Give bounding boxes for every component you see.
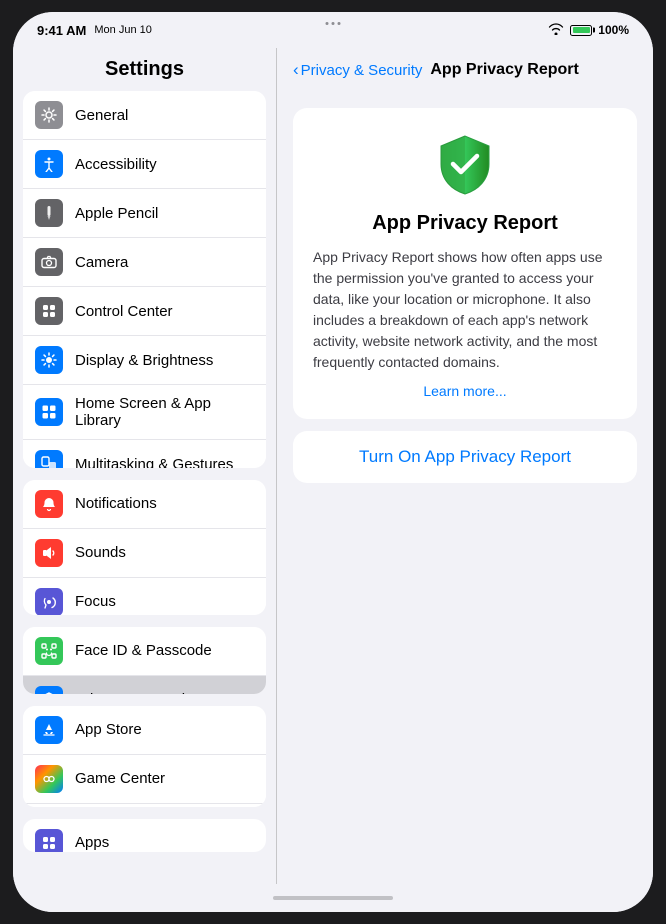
- main-content: Settings General Accessibility: [13, 48, 653, 884]
- status-date: Mon Jun 10: [94, 24, 151, 36]
- sidebar-item-face-id[interactable]: Face ID & Passcode: [23, 627, 266, 676]
- privacy-card-title: App Privacy Report: [313, 212, 617, 235]
- status-time: 9:41 AM: [37, 23, 86, 38]
- general-icon: [35, 101, 63, 129]
- apple-pencil-label: Apple Pencil: [75, 205, 158, 222]
- sidebar-item-multitasking[interactable]: Multitasking & Gestures: [23, 440, 266, 468]
- device-frame: 9:41 AM Mon Jun 10 100%: [13, 12, 653, 912]
- sidebar-group-1: General Accessibility Apple Pencil: [23, 91, 266, 468]
- turn-on-button[interactable]: Turn On App Privacy Report: [309, 447, 621, 467]
- sidebar-group-2: Notifications Sounds Focus: [23, 480, 266, 615]
- privacy-card-description: App Privacy Report shows how often apps …: [313, 247, 617, 373]
- back-chevron-icon: ‹: [293, 60, 299, 80]
- privacy-security-icon: [35, 686, 63, 694]
- sidebar-item-accessibility[interactable]: Accessibility: [23, 140, 266, 189]
- apple-pencil-icon: [35, 199, 63, 227]
- back-label: Privacy & Security: [301, 62, 423, 79]
- display-brightness-label: Display & Brightness: [75, 352, 213, 369]
- sidebar-title: Settings: [13, 48, 276, 91]
- focus-icon: [35, 588, 63, 615]
- focus-label: Focus: [75, 593, 116, 610]
- sidebar-item-camera[interactable]: Camera: [23, 238, 266, 287]
- privacy-report-card: App Privacy Report App Privacy Report sh…: [293, 108, 637, 419]
- status-bar: 9:41 AM Mon Jun 10 100%: [13, 12, 653, 48]
- sidebar-group-3: Face ID & Passcode Privacy & Security: [23, 627, 266, 694]
- sidebar-item-apple-pencil[interactable]: Apple Pencil: [23, 189, 266, 238]
- battery-icon: [570, 25, 592, 36]
- face-id-icon: [35, 637, 63, 665]
- sidebar-item-control-center[interactable]: Control Center: [23, 287, 266, 336]
- sidebar-item-sounds[interactable]: Sounds: [23, 529, 266, 578]
- status-bar-left: 9:41 AM Mon Jun 10: [37, 23, 152, 38]
- general-label: General: [75, 107, 128, 124]
- home-indicator: [13, 884, 653, 912]
- status-bar-right: 100%: [548, 23, 629, 38]
- sidebar-group-5: Apps: [23, 819, 266, 852]
- app-store-label: App Store: [75, 721, 142, 738]
- battery-percent: 100%: [598, 23, 629, 37]
- sidebar: Settings General Accessibility: [13, 48, 277, 884]
- top-dots: [326, 22, 341, 25]
- camera-icon: [35, 248, 63, 276]
- sidebar-item-apps[interactable]: Apps: [23, 819, 266, 852]
- home-screen-label: Home Screen & App Library: [75, 395, 254, 429]
- multitasking-icon: [35, 450, 63, 468]
- sounds-icon: [35, 539, 63, 567]
- detail-page-title: App Privacy Report: [430, 61, 578, 79]
- sidebar-item-wallet[interactable]: Wallet & Apple Pay: [23, 804, 266, 807]
- sidebar-item-privacy-security[interactable]: Privacy & Security: [23, 676, 266, 694]
- back-button[interactable]: ‹ Privacy & Security: [293, 60, 422, 80]
- home-screen-icon: [35, 398, 63, 426]
- turn-on-container: Turn On App Privacy Report: [293, 431, 637, 483]
- learn-more-link[interactable]: Learn more...: [313, 383, 617, 399]
- control-center-icon: [35, 297, 63, 325]
- accessibility-icon: [35, 150, 63, 178]
- sounds-label: Sounds: [75, 544, 126, 561]
- multitasking-label: Multitasking & Gestures: [75, 456, 233, 468]
- sidebar-group-4: App Store Game Center Wallet & Apple Pay: [23, 706, 266, 807]
- sidebar-item-general[interactable]: General: [23, 91, 266, 140]
- sidebar-item-focus[interactable]: Focus: [23, 578, 266, 615]
- sidebar-item-notifications[interactable]: Notifications: [23, 480, 266, 529]
- wifi-icon: [548, 23, 564, 38]
- app-store-icon: [35, 716, 63, 744]
- apps-icon: [35, 829, 63, 852]
- camera-label: Camera: [75, 254, 128, 271]
- home-bar: [273, 896, 393, 900]
- game-center-label: Game Center: [75, 770, 165, 787]
- control-center-label: Control Center: [75, 303, 173, 320]
- game-center-icon: [35, 765, 63, 793]
- face-id-label: Face ID & Passcode: [75, 642, 212, 659]
- privacy-security-label: Privacy & Security: [75, 691, 197, 694]
- notifications-icon: [35, 490, 63, 518]
- display-brightness-icon: [35, 346, 63, 374]
- detail-body: App Privacy Report App Privacy Report sh…: [277, 92, 653, 884]
- notifications-label: Notifications: [75, 495, 157, 512]
- accessibility-label: Accessibility: [75, 156, 157, 173]
- detail-header: ‹ Privacy & Security App Privacy Report: [277, 48, 653, 92]
- sidebar-item-home-screen[interactable]: Home Screen & App Library: [23, 385, 266, 440]
- sidebar-item-display-brightness[interactable]: Display & Brightness: [23, 336, 266, 385]
- sidebar-item-game-center[interactable]: Game Center: [23, 755, 266, 804]
- detail-pane: ‹ Privacy & Security App Privacy Report: [277, 48, 653, 884]
- sidebar-item-app-store[interactable]: App Store: [23, 706, 266, 755]
- apps-label: Apps: [75, 834, 109, 851]
- shield-icon: [433, 132, 497, 196]
